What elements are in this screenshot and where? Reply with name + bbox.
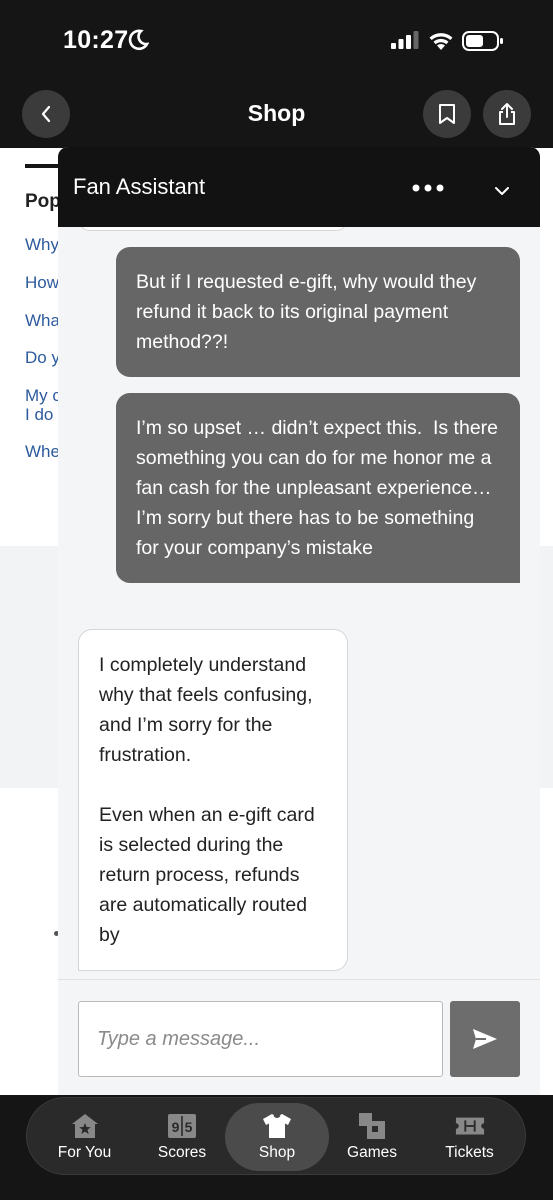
tab-label: Games (347, 1144, 397, 1161)
message-list[interactable]: But if I requested e-gift, why would the… (58, 227, 540, 979)
message-text: I’m so upset … didn’t expect this. Is th… (136, 417, 504, 559)
faq-link[interactable]: My c (25, 386, 61, 405)
message-input[interactable] (78, 1001, 443, 1077)
ticket-icon (455, 1117, 484, 1135)
faq-link[interactable]: Wha (25, 311, 60, 330)
faq-link[interactable]: Do y (25, 348, 60, 367)
tab-for-you[interactable]: For You (27, 1098, 142, 1176)
faq-link[interactable]: Whe (25, 442, 60, 461)
user-message-bubble: But if I requested e-gift, why would the… (116, 247, 520, 377)
send-icon (473, 1029, 497, 1049)
bookmark-icon (439, 104, 455, 124)
previous-message-bubble (78, 227, 348, 231)
share-button[interactable] (483, 90, 531, 138)
tab-shop[interactable]: Shop (225, 1103, 329, 1171)
home-star-icon (71, 1114, 98, 1138)
chat-title: Fan Assistant (73, 174, 206, 199)
tab-tickets[interactable]: Tickets (417, 1098, 522, 1176)
tab-label: Tickets (445, 1144, 494, 1161)
faq-link[interactable]: How (25, 273, 59, 292)
message-text: But if I requested e-gift, why would the… (136, 271, 482, 353)
scoreboard-icon: 9 5 (168, 1114, 196, 1138)
chevron-down-icon (495, 187, 509, 195)
user-message-bubble: I’m so upset … didn’t expect this. Is th… (116, 393, 520, 583)
status-time: 10:27 (63, 26, 129, 54)
puzzle-grid-icon (359, 1113, 385, 1139)
tab-label: Shop (258, 1144, 296, 1161)
bottom-tab-bar: For You 9 5 Scores Shop Games Tickets (26, 1097, 526, 1175)
top-navigation-bar: Shop (0, 80, 553, 148)
popular-heading: Pop (25, 191, 61, 212)
cellular-signal-icon (391, 31, 419, 49)
battery-icon (462, 31, 503, 51)
moon-icon (128, 29, 149, 51)
send-button[interactable] (450, 1001, 520, 1077)
status-bar: 10:27 (0, 0, 553, 80)
chat-header: Fan Assistant (58, 147, 540, 227)
bottom-tab-bar-area: For You 9 5 Scores Shop Games Tickets (0, 1095, 553, 1200)
tab-scores[interactable]: 9 5 Scores (137, 1098, 227, 1176)
message-text: I completely understand why that feels c… (99, 654, 315, 946)
faq-link[interactable]: I do (25, 405, 53, 424)
svg-text:5: 5 (185, 1119, 193, 1135)
share-icon (499, 103, 515, 125)
minimize-chat-button[interactable] (486, 175, 518, 207)
more-options-button[interactable] (406, 171, 450, 205)
fan-assistant-chat-panel: Fan Assistant But if I requested e-gift,… (58, 147, 540, 1095)
svg-text:9: 9 (172, 1119, 180, 1135)
wifi-icon (429, 33, 453, 50)
jersey-icon (263, 1114, 291, 1138)
tab-games[interactable]: Games (327, 1098, 417, 1176)
assistant-message-bubble: I completely understand why that feels c… (78, 629, 348, 971)
faq-link[interactable]: Why (25, 235, 59, 254)
tab-label: For You (57, 1144, 112, 1161)
bookmark-button[interactable] (423, 90, 471, 138)
tab-label: Scores (157, 1144, 207, 1161)
ellipsis-icon (412, 184, 444, 192)
message-composer (58, 979, 540, 1095)
